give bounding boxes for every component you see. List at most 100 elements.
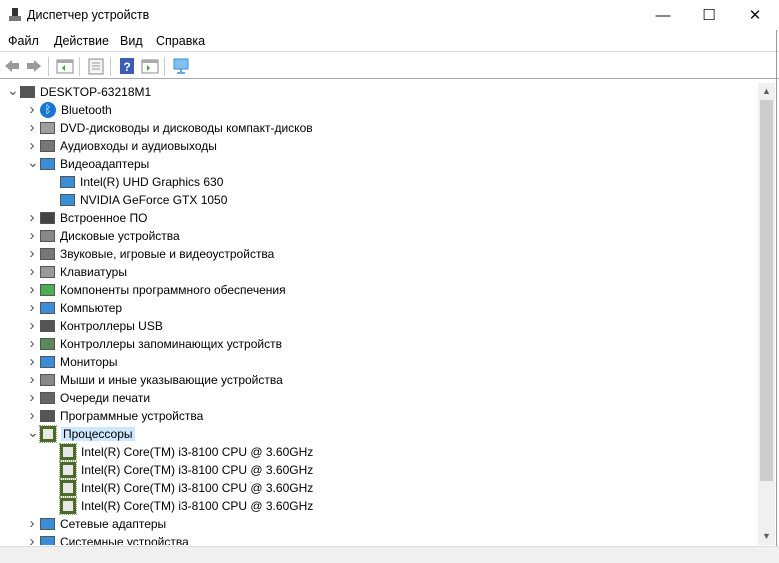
tree-item-label: NVIDIA GeForce GTX 1050 [80, 193, 228, 207]
help-icon[interactable]: ? [118, 57, 136, 75]
vertical-scrollbar[interactable]: ▲ ▼ [758, 83, 775, 545]
tree-item-label: Встроенное ПО [60, 211, 148, 225]
mouse-icon [40, 374, 55, 386]
tree-item[interactable]: Контроллеры USB [40, 317, 163, 335]
speaker-icon [40, 140, 55, 152]
close-button[interactable]: ✕ [732, 0, 778, 30]
collapse-chevron-icon[interactable]: ⌄ [7, 83, 19, 97]
tree-item[interactable]: Аудиовходы и аудиовыходы [40, 137, 217, 155]
tree-item-label: Intel(R) Core(TM) i3-8100 CPU @ 3.60GHz [81, 445, 314, 459]
tree-item-label: DVD-дисководы и дисководы компакт-дисков [60, 121, 313, 135]
menu-action[interactable]: Действие [54, 34, 109, 48]
menu-bar: Файл Действие Вид Справка [0, 30, 779, 52]
expand-chevron-icon[interactable]: › [27, 336, 37, 351]
expand-chevron-icon[interactable]: › [27, 282, 37, 297]
window-border [776, 30, 777, 563]
device-tree: ⌄ DESKTOP-63218M1 › ᛒ Bluetooth › DVD-дисковод… [0, 83, 758, 545]
expand-chevron-icon[interactable]: › [27, 120, 37, 135]
tree-item[interactable]: Контроллеры запоминающих устройств [40, 335, 282, 353]
expand-chevron-icon[interactable]: › [27, 246, 37, 261]
cpu-icon [59, 461, 77, 479]
expand-chevron-icon[interactable]: › [27, 354, 37, 369]
keyboard-icon [40, 266, 55, 278]
tree-item[interactable]: Дисковые устройства [40, 227, 180, 245]
tree-item-label: Клавиатуры [60, 265, 127, 279]
computer-icon [40, 302, 55, 314]
properties-icon[interactable] [87, 57, 105, 75]
tree-item-label: Bluetooth [61, 103, 112, 117]
cpu-icon [59, 443, 77, 461]
tree-item[interactable]: Мыши и иные указывающие устройства [40, 371, 283, 389]
storage-controller-icon [40, 338, 55, 350]
tree-item-label: Контроллеры запоминающих устройств [60, 337, 282, 351]
expand-chevron-icon[interactable]: › [27, 264, 37, 279]
tree-item[interactable]: Сетевые адаптеры [40, 515, 166, 533]
scrollbar-thumb[interactable] [760, 100, 773, 481]
window-title: Диспетчер устройств [27, 8, 150, 22]
expand-chevron-icon[interactable]: › [27, 534, 37, 545]
monitor-icon [40, 356, 55, 368]
scroll-down-icon[interactable]: ▼ [758, 528, 775, 545]
menu-view[interactable]: Вид [120, 34, 143, 48]
tree-item[interactable]: Intel(R) Core(TM) i3-8100 CPU @ 3.60GHz [59, 479, 313, 497]
tree-item[interactable]: Intel(R) Core(TM) i3-8100 CPU @ 3.60GHz [59, 443, 314, 461]
toolbar-separator [164, 57, 165, 76]
bluetooth-icon: ᛒ [40, 102, 56, 118]
tree-item-label: Дисковые устройства [60, 229, 180, 243]
expand-chevron-icon[interactable]: › [27, 228, 37, 243]
title-bar: Диспетчер устройств — ☐ ✕ [0, 0, 779, 30]
tree-item[interactable]: DESKTOP-63218M1 [20, 83, 151, 101]
expand-chevron-icon[interactable]: › [27, 300, 37, 315]
show-hide-tree-icon[interactable] [56, 57, 74, 75]
expand-chevron-icon[interactable]: › [27, 318, 37, 333]
tree-item[interactable]: Программные устройства [40, 407, 203, 425]
expand-chevron-icon[interactable]: › [27, 372, 37, 387]
tree-item[interactable]: ᛒ Bluetooth [40, 101, 112, 119]
printer-icon [40, 392, 55, 404]
tree-item[interactable]: NVIDIA GeForce GTX 1050 [60, 191, 227, 209]
menu-help[interactable]: Справка [156, 34, 205, 48]
back-icon[interactable] [3, 57, 21, 75]
tree-item[interactable]: Видеоадаптеры [40, 155, 149, 173]
minimize-button[interactable]: — [640, 0, 686, 30]
expand-chevron-icon[interactable]: › [27, 516, 37, 531]
system-device-icon [40, 536, 55, 545]
scan-hardware-icon[interactable] [172, 57, 190, 75]
expand-chevron-icon[interactable]: › [27, 138, 37, 153]
expand-chevron-icon[interactable]: › [27, 210, 37, 225]
tree-item-label: Контроллеры USB [60, 319, 163, 333]
collapse-chevron-icon[interactable]: ⌄ [27, 425, 39, 439]
toolbar: ? [0, 53, 779, 79]
cpu-icon [39, 425, 57, 443]
tree-item[interactable]: Процессоры [39, 425, 135, 443]
tree-item[interactable]: Компоненты программного обеспечения [40, 281, 286, 299]
maximize-button[interactable]: ☐ [686, 0, 732, 30]
expand-chevron-icon[interactable]: › [27, 390, 37, 405]
tree-item[interactable]: Intel(R) UHD Graphics 630 [60, 173, 223, 191]
tree-item[interactable]: Мониторы [40, 353, 117, 371]
toolbar-separator [110, 57, 111, 76]
menu-file[interactable]: Файл [8, 34, 39, 48]
tree-item[interactable]: Компьютер [40, 299, 122, 317]
tree-item[interactable]: Intel(R) Core(TM) i3-8100 CPU @ 3.60GHz [59, 497, 313, 515]
software-component-icon [40, 284, 55, 296]
display-adapter-icon [60, 194, 75, 206]
tree-item[interactable]: Встроенное ПО [40, 209, 147, 227]
expand-chevron-icon[interactable]: › [27, 102, 37, 117]
tree-item[interactable]: Клавиатуры [40, 263, 127, 281]
tree-item-label: Intel(R) UHD Graphics 630 [80, 175, 224, 189]
collapse-chevron-icon[interactable]: ⌄ [27, 155, 39, 169]
tree-item[interactable]: Очереди печати [40, 389, 150, 407]
run-icon[interactable] [141, 57, 159, 75]
tree-item[interactable]: Системные устройства [40, 533, 189, 545]
tree-item[interactable]: Intel(R) Core(TM) i3-8100 CPU @ 3.60GHz [59, 461, 313, 479]
tree-item-label: Очереди печати [60, 391, 151, 405]
scroll-up-icon[interactable]: ▲ [758, 83, 775, 100]
device-manager-icon [9, 8, 21, 22]
expand-chevron-icon[interactable]: › [27, 408, 37, 423]
network-adapter-icon [40, 518, 55, 530]
cpu-icon [59, 479, 77, 497]
forward-icon[interactable] [25, 57, 43, 75]
tree-item[interactable]: Звуковые, игровые и видеоустройства [40, 245, 274, 263]
tree-item[interactable]: DVD-дисководы и дисководы компакт-дисков [40, 119, 313, 137]
